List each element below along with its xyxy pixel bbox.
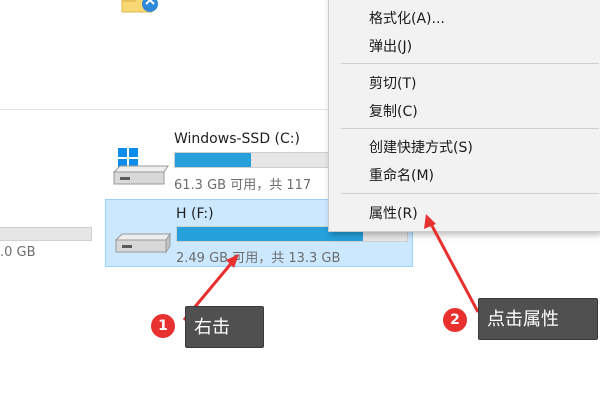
step-badge-1: 1 (151, 314, 175, 338)
arrow-to-properties (424, 214, 480, 313)
step-label-1: 右击 (185, 306, 264, 348)
step-badge-2: 2 (443, 308, 467, 332)
step-label-2: 点击属性 (478, 298, 598, 340)
